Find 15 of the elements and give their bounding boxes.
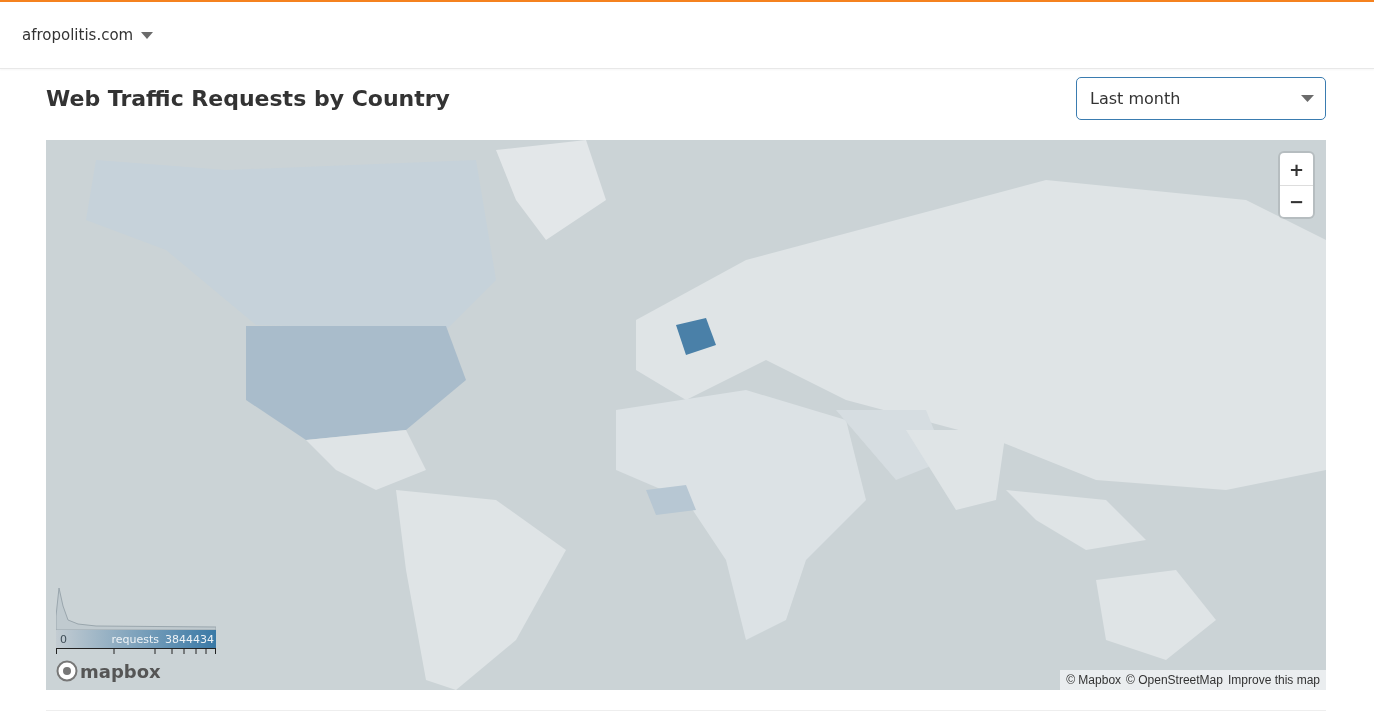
page-title: Web Traffic Requests by Country [46, 86, 450, 111]
improve-map-link[interactable]: Improve this map [1227, 673, 1320, 687]
zoom-in-button[interactable]: + [1280, 153, 1313, 185]
period-select[interactable]: Last month [1076, 77, 1326, 120]
caret-icon [141, 31, 154, 39]
attribution-link[interactable]: © Mapbox [1066, 673, 1122, 687]
mapbox-logo[interactable]: mapbox [56, 660, 216, 682]
caret-icon [1301, 95, 1314, 102]
legend-label: requests [111, 632, 159, 646]
zoom-out-button[interactable]: − [1280, 185, 1313, 217]
legend-max: 3844434 [165, 632, 214, 646]
legend-min: 0 [60, 632, 67, 646]
logo-icon [56, 660, 78, 682]
site-switcher[interactable]: afropolitis.com [22, 26, 154, 44]
attribution-link[interactable]: © OpenStreetMap [1126, 673, 1223, 687]
